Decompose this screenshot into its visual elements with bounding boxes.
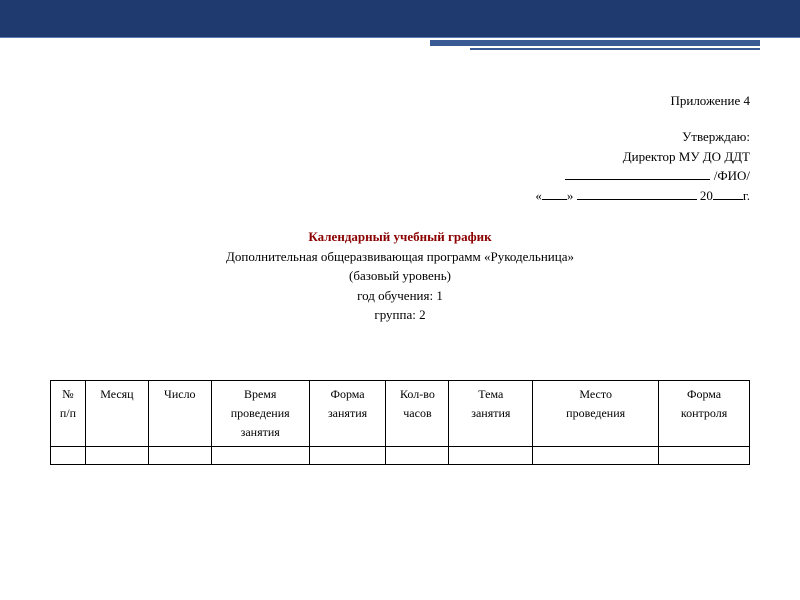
col-month: Месяц — [85, 380, 148, 447]
schedule-table: № п/п Месяц Число Время проведения занят… — [50, 380, 750, 466]
cell — [449, 447, 533, 465]
h0l1: № — [62, 387, 73, 401]
col-topic: Тема занятия — [449, 380, 533, 447]
title-block: Календарный учебный график Дополнительна… — [50, 227, 750, 325]
cell — [148, 447, 211, 465]
fio-suffix: /ФИО/ — [710, 168, 750, 183]
h6l1: Тема — [478, 387, 503, 401]
h8l2: контроля — [681, 406, 727, 420]
h1l1: Месяц — [100, 387, 133, 401]
h5l1: Кол-во — [400, 387, 435, 401]
h5l2: часов — [403, 406, 431, 420]
cell — [85, 447, 148, 465]
h8l1: Форма — [687, 387, 721, 401]
h4l2: занятия — [328, 406, 367, 420]
signature-line: /ФИО/ — [50, 166, 750, 186]
accent-bar-1 — [430, 40, 760, 46]
cell — [51, 447, 86, 465]
approve-line: Утверждаю: — [50, 127, 750, 147]
table-header-row: № п/п Месяц Число Время проведения занят… — [51, 380, 750, 447]
cell — [659, 447, 750, 465]
top-banner — [0, 0, 800, 38]
col-num: № п/п — [51, 380, 86, 447]
col-place: Место проведения — [533, 380, 659, 447]
title-program: Дополнительная общеразвивающая программ … — [50, 247, 750, 267]
cell — [533, 447, 659, 465]
h4l1: Форма — [330, 387, 364, 401]
approval-block: Утверждаю: Директор МУ ДО ДДТ /ФИО/ «» 2… — [50, 127, 750, 205]
h6l2: занятия — [471, 406, 510, 420]
year-prefix: 20 — [697, 188, 713, 203]
cell — [211, 447, 309, 465]
h0l2: п/п — [60, 406, 76, 420]
attachment-label: Приложение 4 — [50, 93, 750, 109]
cell — [309, 447, 386, 465]
col-day: Число — [148, 380, 211, 447]
accent-bar-2 — [470, 48, 760, 50]
table-row — [51, 447, 750, 465]
year-suffix: г. — [743, 188, 750, 203]
h3l2: проведения — [231, 406, 290, 420]
h7l2: проведения — [566, 406, 625, 420]
cell — [386, 447, 449, 465]
col-hours: Кол-во часов — [386, 380, 449, 447]
title-year: год обучения: 1 — [50, 286, 750, 306]
title-group: группа: 2 — [50, 305, 750, 325]
document-content: Приложение 4 Утверждаю: Директор МУ ДО Д… — [0, 38, 800, 465]
director-line: Директор МУ ДО ДДТ — [50, 147, 750, 167]
date-line: «» 20г. — [50, 186, 750, 206]
title-main: Календарный учебный график — [50, 227, 750, 247]
h7l1: Место — [579, 387, 612, 401]
date-mid: » — [567, 188, 577, 203]
col-form: Форма занятия — [309, 380, 386, 447]
h3l3: занятия — [241, 425, 280, 439]
h2l1: Число — [164, 387, 196, 401]
title-level: (базовый уровень) — [50, 266, 750, 286]
col-time: Время проведения занятия — [211, 380, 309, 447]
h3l1: Время — [244, 387, 276, 401]
col-control: Форма контроля — [659, 380, 750, 447]
